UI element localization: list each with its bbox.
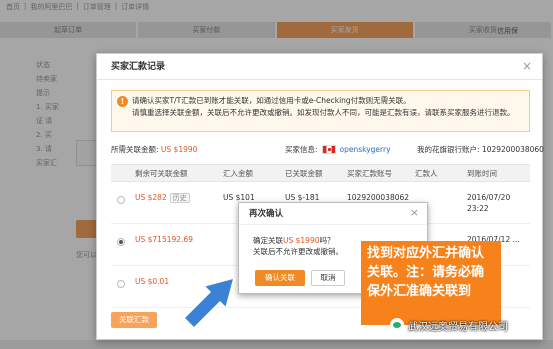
watermark-text: 武汉远奥贸易有限公司 bbox=[408, 321, 508, 333]
arrival-time: 2016/07/20 23:22 bbox=[467, 193, 511, 213]
column-header: 到账时间 bbox=[467, 169, 497, 178]
row-radio[interactable] bbox=[117, 196, 125, 204]
history-tag[interactable]: 历史 bbox=[169, 193, 190, 203]
confirm-amount: US $1990 bbox=[283, 236, 320, 245]
warning-notice: ! 请确认买家T/T汇款已到账才能关联，如通过信用卡或e-Checking付款则… bbox=[111, 90, 530, 132]
bank-account-label: 我的花旗银行账户: bbox=[417, 145, 480, 154]
cancel-button[interactable]: 取消 bbox=[311, 270, 345, 286]
column-header: 买家汇款账号 bbox=[347, 169, 392, 178]
notice-line: 请慎重选择关联金额，关联后不允许更改或撤销。如发现付款人不同，可能是汇款有误，请… bbox=[132, 108, 515, 117]
required-amount-value: US $1990 bbox=[160, 145, 198, 154]
remaining-amount: US $0.01 bbox=[135, 277, 170, 286]
wechat-icon bbox=[390, 318, 404, 332]
table-header: 剩余可关联金额 汇入金额 已关联金额 买家汇款账号 汇款人 到账时间 bbox=[111, 164, 530, 182]
buyer-name-link[interactable]: openskygerry bbox=[340, 145, 391, 154]
column-header: 汇款人 bbox=[415, 169, 438, 178]
annotation-callout: 找到对应外汇并确认关联。注：请务必确保外汇准确关联到 bbox=[361, 241, 501, 325]
canada-flag-icon bbox=[321, 145, 336, 154]
confirm-link-button[interactable]: 确认关联 bbox=[255, 270, 305, 286]
arrow-icon bbox=[182, 276, 236, 328]
confirm-message: 确定关联US $1990吗？ 关联后不允许更改或撤销。 bbox=[253, 236, 343, 256]
bank-account-value: 1029200038060 bbox=[481, 145, 544, 154]
remaining-amount: US $282 历史 bbox=[135, 192, 190, 204]
close-icon[interactable]: × bbox=[410, 207, 419, 219]
confirm-title: 再次确认 bbox=[239, 203, 427, 225]
required-amount-label: 所需关联金额: bbox=[111, 145, 159, 154]
remaining-amount: US $715192.69 bbox=[135, 235, 193, 244]
order-info-row: 所需关联金额: US $1990 买家信息: openskygerry 我的花旗… bbox=[111, 144, 544, 158]
column-header: 已关联金额 bbox=[285, 169, 323, 178]
row-radio-checked[interactable] bbox=[117, 238, 125, 246]
bank-account: 我的花旗银行账户: 1029200038060 bbox=[417, 144, 544, 155]
watermark: 武汉远奥贸易有限公司 bbox=[390, 316, 508, 334]
close-icon[interactable]: × bbox=[522, 60, 532, 72]
buyer-info: 买家信息: openskygerry bbox=[285, 144, 391, 155]
buyer-label: 买家信息: bbox=[285, 145, 318, 154]
modal-title: 买家汇款记录 bbox=[97, 54, 542, 80]
notice-line: 请确认买家T/T汇款已到账才能关联，如通过信用卡或e-Checking付款则无需… bbox=[132, 96, 411, 105]
column-header: 汇入金额 bbox=[223, 169, 253, 178]
row-radio[interactable] bbox=[117, 280, 125, 288]
confirm-warning: 关联后不允许更改或撤销。 bbox=[253, 247, 343, 256]
link-remittance-button[interactable]: 关联汇款 bbox=[111, 312, 157, 328]
column-header: 剩余可关联金额 bbox=[135, 169, 188, 178]
warning-icon: ! bbox=[117, 96, 128, 107]
